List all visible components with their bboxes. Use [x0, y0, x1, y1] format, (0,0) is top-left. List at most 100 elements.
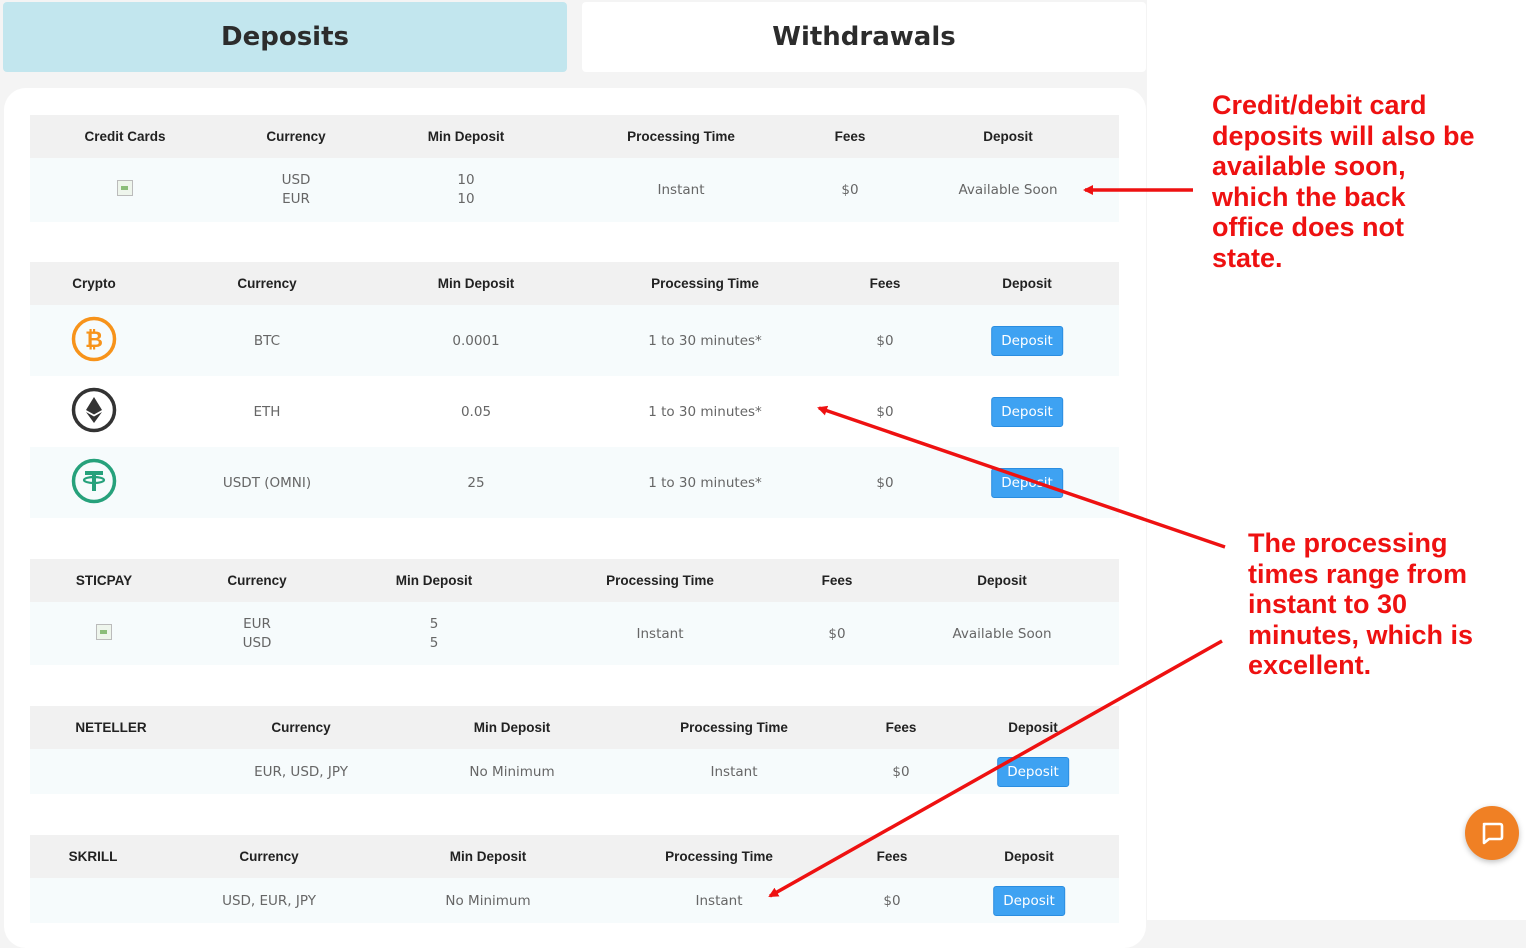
method-title: SKRILL [68, 849, 118, 864]
col-currency: Currency [271, 720, 331, 735]
col-processing-time: Processing Time [680, 720, 788, 735]
currency-value: EUR [243, 615, 271, 632]
currency-list: USD EUR [282, 171, 311, 209]
min-deposit: No Minimum [445, 892, 531, 909]
fee: $0 [876, 403, 894, 420]
col-processing-time: Processing Time [651, 276, 759, 291]
table-row: ₿ BTC 0.0001 1 to 30 minutes* $0 Deposit [30, 305, 1119, 376]
col-deposit: Deposit [983, 129, 1033, 144]
currency-value: EUR [282, 191, 310, 207]
col-deposit: Deposit [1008, 720, 1058, 735]
sticpay-table: STICPAY Currency Min Deposit Processing … [30, 559, 1119, 665]
fee: $0 [841, 182, 859, 198]
col-currency: Currency [239, 849, 299, 864]
broken-image-icon [96, 623, 112, 644]
tab-deposits[interactable]: Deposits [3, 2, 567, 72]
table-header: STICPAY Currency Min Deposit Processing … [30, 559, 1119, 602]
col-fees: Fees [876, 849, 908, 864]
method-title: NETELLER [75, 720, 147, 735]
note-line: instant to 30 [1248, 589, 1408, 619]
skrill-table: SKRILL Currency Min Deposit Processing T… [30, 835, 1119, 923]
col-min-deposit: Min Deposit [437, 276, 515, 291]
table-row: USD EUR 10 10 Instant $0 Available Soon [30, 158, 1119, 222]
table-row: USDT (OMNI) 25 1 to 30 minutes* $0 Depos… [30, 447, 1119, 518]
processing-time: 1 to 30 minutes* [648, 332, 762, 349]
table-header: Crypto Currency Min Deposit Processing T… [30, 262, 1119, 305]
col-deposit: Deposit [1004, 849, 1054, 864]
currency-value: USD [281, 172, 311, 188]
col-min-deposit: Min Deposit [449, 849, 527, 864]
col-processing-time: Processing Time [665, 849, 773, 864]
note-line: office does not [1212, 212, 1405, 242]
note-line: The processing [1248, 528, 1448, 558]
col-fees: Fees [834, 129, 866, 144]
note-line: which the back [1212, 181, 1406, 212]
neteller-table: NETELLER Currency Min Deposit Processing… [30, 706, 1119, 794]
crypto-table: Crypto Currency Min Deposit Processing T… [30, 262, 1119, 518]
col-deposit: Deposit [1002, 276, 1052, 291]
currency: BTC [253, 332, 281, 349]
note-line: excellent. [1248, 650, 1372, 680]
deposit-status: Available Soon [958, 182, 1058, 198]
table-row: EUR USD 5 5 Instant $0 Available Soon [30, 602, 1119, 665]
note-line: deposits will also be [1212, 120, 1475, 151]
deposit-button[interactable]: Deposit [991, 396, 1063, 427]
min-deposit: 0.0001 [452, 332, 500, 349]
method-title: Credit Cards [84, 129, 166, 144]
col-deposit: Deposit [977, 573, 1027, 588]
table-row: ETH 0.05 1 to 30 minutes* $0 Deposit [30, 376, 1119, 447]
table-header: SKRILL Currency Min Deposit Processing T… [30, 835, 1119, 878]
processing-time: Instant [710, 763, 758, 780]
deposit-status: Available Soon [952, 625, 1052, 642]
tab-bar: Deposits Withdrawals [3, 2, 1146, 72]
note-line: available soon, [1212, 151, 1406, 181]
min-deposit: 0.05 [460, 403, 492, 420]
col-currency: Currency [266, 129, 326, 144]
deposit-button-label: Deposit [997, 756, 1069, 787]
col-currency: Currency [237, 276, 297, 291]
annotation-credit-card-note: Credit/debit card deposits will also be … [1212, 90, 1475, 273]
processing-time: Instant [657, 182, 705, 198]
currency: USD, EUR, JPY [222, 892, 316, 909]
deposit-button-label: Deposit [991, 325, 1063, 356]
min-value: 10 [457, 172, 475, 188]
ethereum-icon [71, 387, 117, 437]
method-title: STICPAY [75, 573, 133, 588]
fee: $0 [828, 625, 846, 642]
broken-image-icon [117, 180, 133, 200]
fee: $0 [876, 474, 894, 491]
col-min-deposit: Min Deposit [473, 720, 551, 735]
deposit-button[interactable]: Deposit [991, 325, 1063, 356]
currency-list: EUR USD [243, 615, 272, 653]
table-row: USD, EUR, JPY No Minimum Instant $0 Depo… [30, 878, 1119, 923]
note-line: Credit/debit card [1212, 90, 1427, 120]
min-value: 10 [457, 191, 475, 207]
deposit-button[interactable]: Deposit [991, 467, 1063, 498]
col-fees: Fees [885, 720, 917, 735]
processing-time: 1 to 30 minutes* [648, 403, 762, 420]
method-title: Crypto [72, 276, 116, 291]
min-value: 5 [429, 634, 439, 651]
min-deposit: 25 [467, 474, 485, 491]
bitcoin-icon: ₿ [71, 316, 117, 366]
min-value: 5 [429, 615, 439, 632]
col-min-deposit: Min Deposit [395, 573, 473, 588]
currency: EUR, USD, JPY [254, 763, 348, 780]
table-row: EUR, USD, JPY No Minimum Instant $0 Depo… [30, 749, 1119, 794]
tab-withdrawals[interactable]: Withdrawals [582, 2, 1146, 72]
table-header: Credit Cards Currency Min Deposit Proces… [30, 115, 1119, 158]
min-deposit: No Minimum [469, 763, 555, 780]
note-line: minutes, which is [1248, 619, 1474, 650]
tether-icon [71, 458, 117, 508]
note-line: times range from [1248, 558, 1468, 589]
currency: USDT (OMNI) [222, 474, 312, 491]
col-fees: Fees [821, 573, 853, 588]
deposit-button-label: Deposit [993, 885, 1065, 916]
deposit-button-label: Deposit [991, 467, 1063, 498]
col-processing-time: Processing Time [606, 573, 714, 588]
chat-widget-button[interactable] [1465, 806, 1519, 860]
deposit-button[interactable]: Deposit [993, 885, 1065, 916]
processing-time: Instant [695, 892, 743, 909]
deposit-button[interactable]: Deposit [997, 756, 1069, 787]
min-list: 10 10 [457, 171, 474, 209]
